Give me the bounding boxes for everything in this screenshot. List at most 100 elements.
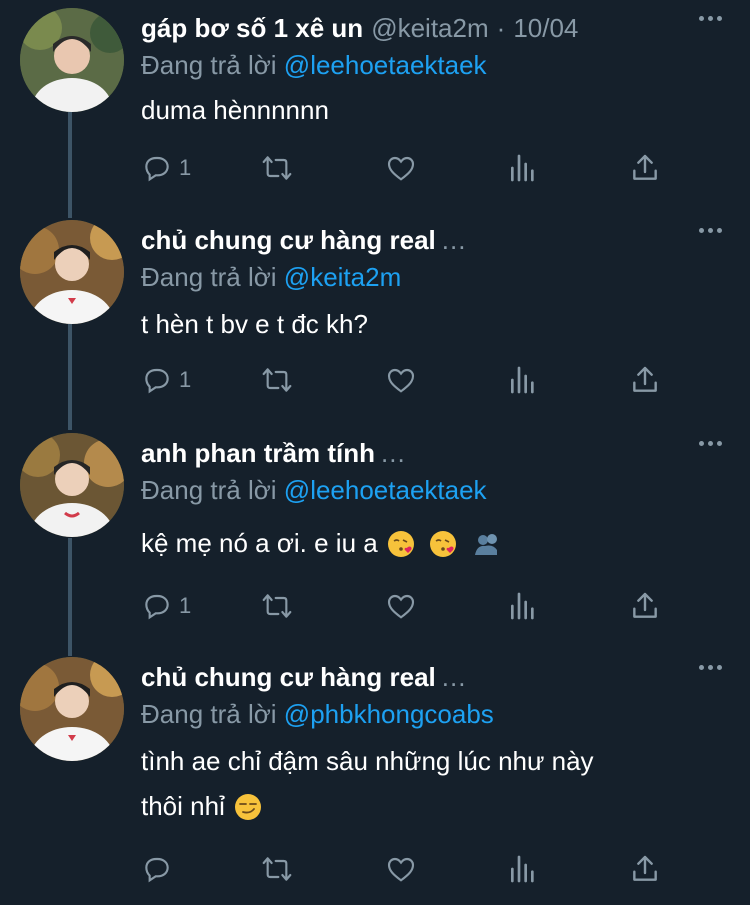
tweet-text: kệ mẹ nó a ơi. e iu a xyxy=(141,528,378,558)
replying-to: Đang trả lời @keita2m xyxy=(141,262,401,293)
tweet[interactable]: chủ chung cư hàng real ... Đang trả lời … xyxy=(0,220,750,410)
analytics-button[interactable] xyxy=(507,851,539,887)
action-bar xyxy=(141,851,681,887)
more-icon[interactable] xyxy=(699,665,722,670)
tweet-text: duma hènnnnnn xyxy=(141,95,329,125)
face-blowing-kiss-icon xyxy=(387,530,414,557)
avatar-image xyxy=(20,433,124,537)
like-button[interactable] xyxy=(385,851,417,887)
display-name[interactable]: anh phan trầm tính xyxy=(141,438,375,469)
reply-icon xyxy=(145,857,169,883)
like-button[interactable] xyxy=(385,362,417,398)
tweet-text-line: thôi nhỉ xyxy=(141,791,225,821)
tweet[interactable]: gáp bơ số 1 xê un @keita2m · 10/04 Đang … xyxy=(0,8,750,198)
avatar[interactable] xyxy=(20,8,124,112)
tweet-text-line: tình ae chỉ đậm sâu những lúc như này xyxy=(141,746,594,776)
avatar-image xyxy=(20,657,124,761)
display-name[interactable]: chủ chung cư hàng real xyxy=(141,225,436,256)
reply-button[interactable] xyxy=(141,851,179,887)
tweet-text: t hèn t bv e t đc kh? xyxy=(141,309,368,339)
tweet-text-container: kệ mẹ nó a ơi. e iu a xyxy=(141,521,721,566)
tweet[interactable]: chủ chung cư hàng real ... Đang trả lời … xyxy=(0,657,750,897)
people-hugging-icon xyxy=(474,533,497,555)
reply-button[interactable]: 1 xyxy=(141,588,191,624)
retweet-button[interactable] xyxy=(261,588,293,624)
retweet-icon xyxy=(262,857,292,881)
more-icon[interactable] xyxy=(699,441,722,446)
reply-button[interactable]: 1 xyxy=(141,362,191,398)
avatar-image xyxy=(20,8,124,112)
heart-icon xyxy=(387,857,415,882)
reply-count: 1 xyxy=(179,367,192,392)
reply-icon xyxy=(145,368,169,394)
avatar[interactable] xyxy=(20,657,124,761)
reply-mention-link[interactable]: @leehoetaektaek xyxy=(284,475,487,505)
share-button[interactable] xyxy=(629,362,661,398)
share-icon xyxy=(633,855,657,881)
handle[interactable]: @keita2m xyxy=(371,13,488,44)
more-icon[interactable] xyxy=(699,16,722,21)
analytics-icon xyxy=(511,366,534,394)
share-icon xyxy=(633,366,657,392)
heart-icon xyxy=(387,594,415,619)
retweet-button[interactable] xyxy=(261,362,293,398)
tweet-header: anh phan trầm tính ... xyxy=(141,433,730,473)
replying-to: Đang trả lời @phbkhongcoabs xyxy=(141,699,494,730)
retweet-icon xyxy=(262,368,292,392)
retweet-button[interactable] xyxy=(261,851,293,887)
reply-mention-link[interactable]: @phbkhongcoabs xyxy=(284,699,494,729)
analytics-button[interactable] xyxy=(507,588,539,624)
reply-icon xyxy=(145,594,169,620)
separator: · xyxy=(496,12,506,43)
retweet-icon xyxy=(262,594,292,618)
heart-icon xyxy=(387,156,415,181)
reply-count: 1 xyxy=(179,155,192,180)
action-bar: 1 xyxy=(141,150,681,186)
tweet-header: chủ chung cư hàng real ... xyxy=(141,220,730,260)
action-bar: 1 xyxy=(141,588,681,624)
analytics-icon xyxy=(511,855,534,883)
share-button[interactable] xyxy=(629,851,661,887)
heart-icon xyxy=(387,368,415,393)
tweet[interactable]: anh phan trầm tính ... Đang trả lời @lee… xyxy=(0,433,750,633)
tweet-header: gáp bơ số 1 xê un @keita2m · 10/04 xyxy=(141,8,730,48)
name-truncation: ... xyxy=(441,224,467,255)
name-truncation: ... xyxy=(381,437,406,468)
share-icon xyxy=(633,154,657,180)
reply-prefix: Đang trả lời xyxy=(141,262,277,292)
replying-to: Đang trả lời @leehoetaektaek xyxy=(141,50,487,81)
avatar[interactable] xyxy=(20,433,124,537)
reply-mention-link[interactable]: @keita2m xyxy=(284,262,401,292)
retweet-icon xyxy=(262,156,292,180)
timestamp[interactable]: 10/04 xyxy=(513,13,578,44)
face-blowing-kiss-icon xyxy=(429,530,456,557)
replying-to: Đang trả lời @leehoetaektaek xyxy=(141,475,487,506)
tweet-text: tình ae chỉ đậm sâu những lúc như này th… xyxy=(141,739,721,829)
more-icon[interactable] xyxy=(699,228,722,233)
reply-prefix: Đang trả lời xyxy=(141,475,277,505)
share-button[interactable] xyxy=(629,588,661,624)
reply-prefix: Đang trả lời xyxy=(141,699,277,729)
avatar-image xyxy=(20,220,124,324)
display-name[interactable]: chủ chung cư hàng real xyxy=(141,662,436,693)
analytics-button[interactable] xyxy=(507,362,539,398)
like-button[interactable] xyxy=(385,150,417,186)
retweet-button[interactable] xyxy=(261,150,293,186)
tweet-text-line-with-emoji: thôi nhỉ xyxy=(141,784,721,829)
reply-count: 1 xyxy=(179,593,192,618)
display-name[interactable]: gáp bơ số 1 xê un xyxy=(141,13,363,44)
reply-mention-link[interactable]: @leehoetaektaek xyxy=(284,50,487,80)
avatar[interactable] xyxy=(20,220,124,324)
analytics-button[interactable] xyxy=(507,150,539,186)
smirking-face-icon xyxy=(234,793,261,820)
reply-icon xyxy=(145,156,169,182)
like-button[interactable] xyxy=(385,588,417,624)
share-button[interactable] xyxy=(629,150,661,186)
name-truncation: ... xyxy=(441,661,467,692)
share-icon xyxy=(633,592,657,618)
reply-prefix: Đang trả lời xyxy=(141,50,277,80)
analytics-icon xyxy=(511,154,534,182)
action-bar: 1 xyxy=(141,362,681,398)
tweet-header: chủ chung cư hàng real ... xyxy=(141,657,730,697)
reply-button[interactable]: 1 xyxy=(141,150,191,186)
